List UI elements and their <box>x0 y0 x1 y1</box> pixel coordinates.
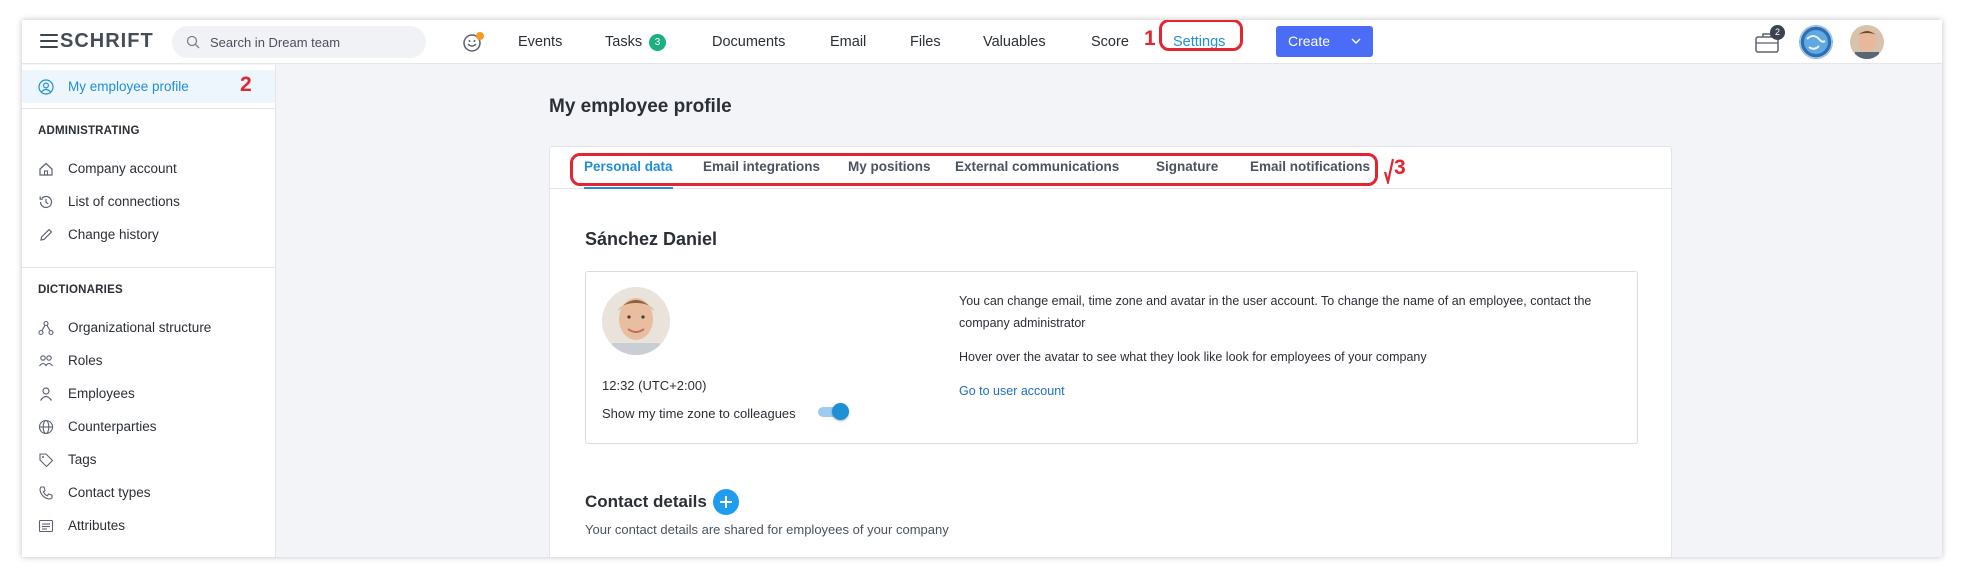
sidebar-item-label: Contact types <box>68 485 151 500</box>
sidebar-item-employees[interactable]: Employees <box>22 377 275 410</box>
menu-icon[interactable] <box>40 34 58 48</box>
nav-tasks[interactable]: Tasks 3 <box>605 20 667 64</box>
create-button[interactable]: Create <box>1276 26 1373 57</box>
chevron-down-icon <box>1351 38 1361 44</box>
assistant-icon[interactable] <box>462 31 486 53</box>
sidebar-item-label: Roles <box>68 353 103 368</box>
globe-icon <box>38 419 54 435</box>
contact-details-title: Contact details <box>585 492 707 511</box>
roles-icon <box>39 355 53 367</box>
annotation-arrow-icon <box>1384 158 1394 184</box>
tag-icon <box>39 453 54 468</box>
sidebar-item-label: Employees <box>68 386 135 401</box>
sidebar-item-change-history[interactable]: Change history <box>22 218 275 251</box>
employee-name: Sánchez Daniel <box>585 229 718 249</box>
plus-icon <box>720 496 732 508</box>
annotation-number-3: 3 <box>1394 156 1406 179</box>
sidebar-item-label: Change history <box>68 227 159 242</box>
tab-my-positions[interactable]: My positions <box>848 147 931 189</box>
profile-info-box: 12:32 (UTC+2:00) Show my time zone to co… <box>585 271 1638 444</box>
sidebar-item-tags[interactable]: Tags <box>22 443 275 476</box>
sidebar-divider <box>22 108 275 109</box>
show-timezone-toggle[interactable] <box>818 403 849 421</box>
page-title: My employee profile <box>549 96 732 117</box>
search-icon <box>186 35 200 49</box>
sidebar-item-company-account[interactable]: Company account <box>22 152 275 185</box>
app-logo: SCHRIFT <box>60 30 154 52</box>
nav-valuables[interactable]: Valuables <box>983 20 1046 64</box>
profile-tabs: Personal data Email integrations My posi… <box>550 147 1671 189</box>
account-change-note: You can change email, time zone and avat… <box>959 294 1592 330</box>
tasks-count-badge: 3 <box>649 34 667 51</box>
search-box[interactable] <box>172 26 426 58</box>
sidebar-section-administrating: ADMINISTRATING <box>38 125 140 137</box>
nav-score[interactable]: Score <box>1091 20 1129 64</box>
sidebar-item-label: Organizational structure <box>68 320 212 335</box>
home-icon <box>39 162 53 176</box>
toggle-knob <box>832 403 849 420</box>
top-bar: SCHRIFT Events Tasks 3 Documents Email Fi… <box>22 20 1942 64</box>
sidebar-item-label: Company account <box>68 161 177 176</box>
sidebar: My employee profile 2 ADMINISTRATING Com… <box>22 65 276 557</box>
nav-email[interactable]: Email <box>830 20 866 64</box>
phone-icon <box>39 486 53 500</box>
nav-documents[interactable]: Documents <box>712 20 785 64</box>
sidebar-item-attributes[interactable]: Attributes <box>22 509 275 542</box>
pencil-icon <box>40 228 53 241</box>
create-button-label: Create <box>1288 33 1331 49</box>
tab-signature[interactable]: Signature <box>1156 147 1218 189</box>
avatar-hover-note: Hover over the avatar to see what they l… <box>959 350 1427 364</box>
sidebar-item-label: Tags <box>68 452 97 467</box>
employee-avatar[interactable] <box>602 287 670 355</box>
globe-logo-icon <box>1799 25 1833 59</box>
employee-photo-icon <box>602 287 670 355</box>
sidebar-item-list-of-connections[interactable]: List of connections <box>22 185 275 218</box>
org-structure-icon <box>38 320 54 336</box>
add-contact-button[interactable] <box>713 489 739 515</box>
tab-personal-data[interactable]: Personal data <box>584 147 673 189</box>
sidebar-divider <box>22 267 275 268</box>
nav-events[interactable]: Events <box>518 20 562 64</box>
nav-tasks-label: Tasks <box>605 34 643 50</box>
sidebar-section-dictionaries: DICTIONARIES <box>38 284 123 296</box>
history-icon <box>39 195 53 209</box>
nav-settings[interactable]: Settings <box>1173 20 1225 64</box>
tab-email-integrations[interactable]: Email integrations <box>703 147 820 189</box>
person-icon <box>40 387 52 401</box>
annotation-number-1: 1 <box>1144 27 1156 50</box>
user-circle-icon <box>38 79 54 95</box>
tab-email-notifications[interactable]: Email notifications <box>1250 147 1370 189</box>
user-photo-icon <box>1850 25 1884 59</box>
organization-avatar[interactable] <box>1799 25 1833 59</box>
sidebar-item-my-employee-profile[interactable]: My employee profile <box>22 70 275 103</box>
go-to-user-account-link[interactable]: Go to user account <box>959 384 1065 398</box>
sidebar-item-label: Counterparties <box>68 419 157 434</box>
search-input[interactable] <box>210 26 415 58</box>
sidebar-item-roles[interactable]: Roles <box>22 344 275 377</box>
profile-card: Personal data Email integrations My posi… <box>549 146 1672 557</box>
sidebar-item-organizational-structure[interactable]: Organizational structure <box>22 311 275 344</box>
annotation-number-2: 2 <box>240 73 252 96</box>
tab-external-communications[interactable]: External communications <box>955 147 1119 189</box>
sidebar-item-label: Attributes <box>68 518 126 533</box>
nav-files[interactable]: Files <box>910 20 941 64</box>
user-avatar[interactable] <box>1850 25 1884 59</box>
show-timezone-label: Show my time zone to colleagues <box>602 406 796 421</box>
attributes-icon <box>38 519 54 533</box>
employee-time: 12:32 (UTC+2:00) <box>602 378 707 393</box>
app-window: SCHRIFT Events Tasks 3 Documents Email Fi… <box>22 20 1942 557</box>
notification-badge: 2 <box>1770 25 1785 40</box>
sidebar-item-counterparties[interactable]: Counterparties <box>22 410 275 443</box>
sidebar-item-contact-types[interactable]: Contact types <box>22 476 275 509</box>
sidebar-item-label: My employee profile <box>68 79 189 94</box>
sidebar-item-label: List of connections <box>68 194 180 209</box>
contact-details-subtitle: Your contact details are shared for empl… <box>585 522 949 537</box>
